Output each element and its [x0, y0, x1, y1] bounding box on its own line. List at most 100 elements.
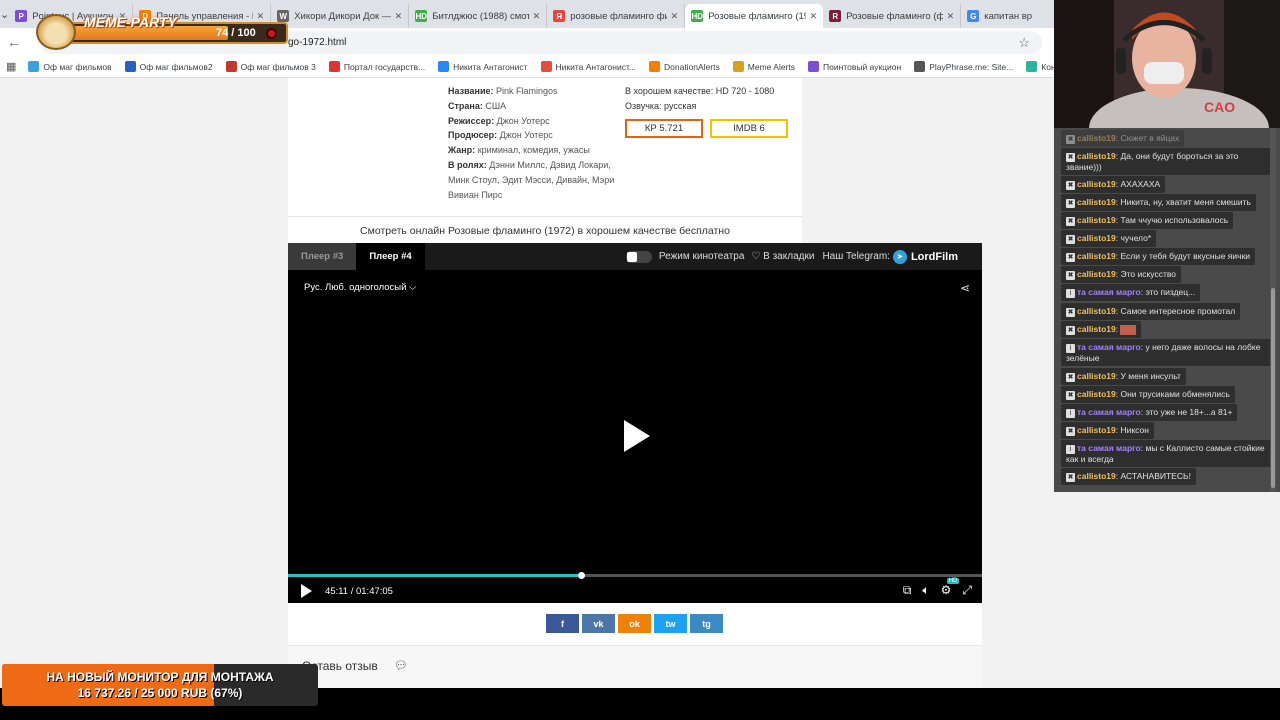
browser-tab[interactable]: HD Битлджюс (1988) смотре ✕: [409, 4, 548, 28]
bookmark-item[interactable]: Никита Антагонист: [438, 61, 528, 72]
share-vk-button[interactable]: vk: [582, 614, 615, 633]
web-page: Название: Pink Flamingos Страна: США Режис…: [0, 78, 1054, 688]
chat-text: Это искусство: [1120, 269, 1176, 279]
lordfilm-logo[interactable]: LordFilm: [911, 251, 958, 263]
bookmark-item[interactable]: Оф маг фильмов: [28, 61, 112, 72]
chat-username[interactable]: callisto19: [1077, 133, 1116, 143]
tab-player-4[interactable]: Плеер #4: [356, 243, 425, 270]
close-tab-icon[interactable]: ✕: [671, 11, 679, 22]
progress-bar[interactable]: [288, 572, 982, 579]
progress-fill: [288, 574, 581, 577]
progress-handle[interactable]: [577, 572, 585, 579]
chat-username[interactable]: callisto19: [1077, 179, 1116, 189]
chat-username[interactable]: callisto19: [1077, 233, 1116, 243]
close-tab-icon[interactable]: ✕: [810, 11, 818, 22]
chat-username[interactable]: та самая марго: [1077, 342, 1141, 352]
chat-username[interactable]: та самая марго: [1077, 443, 1141, 453]
chat-badge-icon: ⅰ: [1066, 289, 1075, 298]
kp-rating-badge: КР 5.721: [625, 119, 703, 138]
tab-favicon-icon: P: [15, 10, 28, 22]
chat-username[interactable]: callisto19: [1077, 215, 1116, 225]
settings-gear-icon[interactable]: ⚙ HD: [941, 578, 960, 598]
big-play-icon[interactable]: [624, 420, 650, 452]
bookmark-item[interactable]: Никита Антагонист...: [540, 61, 636, 72]
bookmark-item[interactable]: Оф маг фильмов 3: [225, 61, 316, 72]
chat-badge-icon: ⅰ: [1066, 445, 1075, 454]
tab-player-3[interactable]: Плеер #3: [288, 243, 357, 270]
tab-search-chevron-icon[interactable]: ⌄: [0, 0, 9, 28]
share-icon[interactable]: ⋖: [960, 281, 970, 295]
bookmark-item[interactable]: DonationAlerts: [649, 61, 720, 72]
bookmark-favicon-icon: [28, 61, 40, 72]
chat-text: чучело*: [1120, 233, 1152, 243]
info-value: США: [485, 100, 507, 111]
info-row: В ролях: Дэнни Миллс, Дэвид Локари, Минк…: [448, 158, 618, 202]
bookmark-item[interactable]: Портал государств...: [328, 61, 426, 72]
chat-username[interactable]: callisto19: [1077, 471, 1116, 481]
chat-username[interactable]: callisto19: [1077, 324, 1116, 334]
chat-text: Сюжет в яйцах: [1120, 133, 1180, 143]
chat-badge-icon: ✖: [1066, 427, 1075, 436]
pip-icon[interactable]: ⧉: [903, 583, 912, 598]
chat-username[interactable]: callisto19: [1077, 251, 1116, 261]
bookmark-favicon-icon: [914, 61, 926, 72]
info-row: Режиссер: Джон Уотерс: [448, 114, 618, 129]
cinema-mode-toggle[interactable]: [625, 250, 652, 263]
share-tg-button[interactable]: tg: [690, 614, 723, 633]
bookmark-item[interactable]: Оф маг фильмов2: [124, 61, 213, 72]
chat-scrollbar[interactable]: [1270, 128, 1276, 492]
close-tab-icon[interactable]: ✕: [533, 11, 541, 22]
meme-party-widget: MEME-PARTY 74 / 100: [36, 14, 288, 50]
browser-tab[interactable]: R Розовые фламинго (фил ✕: [823, 4, 962, 28]
share-buttons: f vk ok tw tg: [546, 614, 723, 633]
info-key: Жанр:: [448, 145, 476, 156]
chat-username[interactable]: callisto19: [1077, 269, 1116, 279]
voice-track-select[interactable]: Рус. Люб. одноголосый ⌵: [304, 282, 416, 293]
chat-username[interactable]: та самая марго: [1077, 287, 1141, 297]
fullscreen-icon[interactable]: ⤢: [962, 583, 972, 598]
browser-tab[interactable]: HD Розовые фламинго (1972 ✕: [685, 4, 824, 28]
play-icon[interactable]: [301, 584, 312, 598]
browser-tab[interactable]: W Хикори Дикори Док — В ✕: [271, 4, 410, 28]
player-controls: 45:11 / 01:47:05 ⧉ 🔈︎ ⚙ HD ⤢: [288, 578, 982, 603]
chat-username[interactable]: callisto19: [1077, 425, 1116, 435]
share-ok-button[interactable]: ok: [618, 614, 651, 633]
bookmark-favicon-icon: [438, 61, 450, 72]
bookmark-item[interactable]: Поинтовый аукцион: [808, 61, 901, 72]
movie-content: Название: Pink Flamingos Страна: США Режис…: [288, 78, 982, 688]
bookmark-label: Портал государств...: [343, 61, 426, 72]
quality-text: В хорошем качестве: HD 720 - 1080: [625, 86, 775, 96]
chat-username[interactable]: callisto19: [1077, 306, 1116, 316]
movie-info-right: В хорошем качестве: HD 720 - 1080 Озвучк…: [625, 84, 805, 114]
chat-message: ✖ callisto19: Да, они будут бороться за э…: [1061, 148, 1273, 175]
chat-username[interactable]: callisto19: [1077, 151, 1116, 161]
chat-username[interactable]: callisto19: [1077, 371, 1116, 381]
video-player[interactable]: Плеер #3 Плеер #4 Режим кинотеатра ♡ В з…: [288, 243, 982, 603]
bookmark-item[interactable]: PlayPhrase.me: Site...: [914, 61, 1013, 72]
chat-username[interactable]: callisto19: [1077, 197, 1116, 207]
review-section: Оставь отзыв 💬︎: [288, 645, 982, 688]
chat-username[interactable]: та самая марго: [1077, 407, 1141, 417]
chat-message: ✖ callisto19: чучело*: [1061, 230, 1157, 247]
svg-text:CAO: CAO: [1204, 99, 1235, 115]
browser-tab[interactable]: Ярозовые фламинго филь ✕: [547, 4, 686, 28]
telegram-icon[interactable]: ➤: [892, 249, 907, 264]
close-tab-icon[interactable]: ✕: [395, 11, 403, 22]
bookmark-item[interactable]: Meme Alerts: [732, 61, 795, 72]
info-row: Название: Pink Flamingos: [448, 84, 618, 99]
donation-goal-widget: НА НОВЫЙ МОНИТОР ДЛЯ МОНТАЖА 16 737.26 /…: [2, 664, 318, 706]
chat-message: ⅰ та самая марго: это уже не 18+...а 81+: [1061, 404, 1238, 421]
bookmark-star-icon[interactable]: ☆: [1018, 35, 1030, 51]
back-arrow-icon[interactable]: ←: [0, 28, 28, 56]
chat-username[interactable]: callisto19: [1077, 389, 1116, 399]
bookmark-label: Никита Антагонист: [453, 61, 528, 72]
imdb-rating-badge: IMDB 6: [710, 119, 788, 138]
add-bookmark-link[interactable]: ♡ В закладки: [751, 251, 814, 262]
share-tw-button[interactable]: tw: [654, 614, 687, 633]
bookmark-favicon-icon: [124, 61, 136, 72]
share-f-button[interactable]: f: [546, 614, 579, 633]
apps-grid-icon[interactable]: ▦: [6, 60, 16, 73]
volume-icon[interactable]: 🔈︎: [922, 583, 929, 598]
right-blank: [1054, 492, 1280, 688]
close-tab-icon[interactable]: ✕: [947, 11, 955, 22]
